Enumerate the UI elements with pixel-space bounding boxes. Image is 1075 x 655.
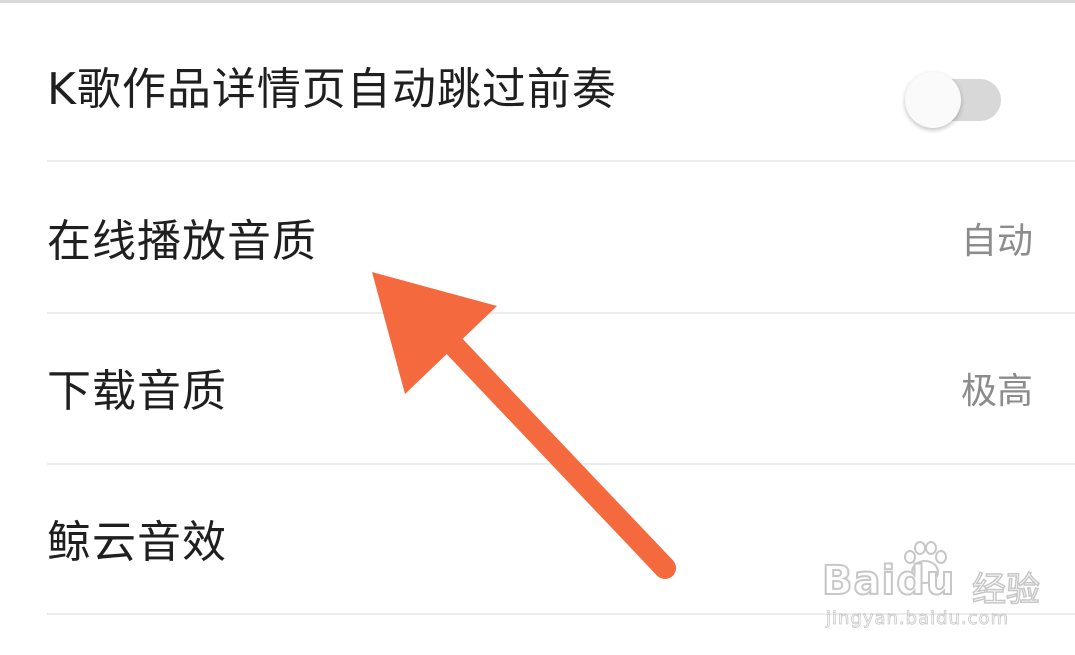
setting-row-online-quality[interactable]: 在线播放音质 自动 [0,162,1075,312]
setting-row-download-quality[interactable]: 下载音质 极高 [0,314,1075,464]
top-border [0,0,1075,3]
settings-screen: K歌作品详情页自动跳过前奏 在线播放音质 自动 下载音质 极高 鲸云音效 Bai… [0,0,1075,655]
setting-label-skip-intro: K歌作品详情页自动跳过前奏 [47,64,617,115]
setting-value-online-quality: 自动 [960,221,1033,262]
baidu-jingyan-watermark: Baidu 经验 jingyan.baidu.com [821,540,1052,635]
setting-value-download-quality: 极高 [960,371,1033,412]
setting-label-download-quality: 下载音质 [47,366,227,417]
setting-label-online-quality: 在线播放音质 [47,216,317,267]
skip-intro-toggle[interactable] [905,72,1001,128]
watermark-brand: Baidu [821,557,956,605]
watermark-product: 经验 [971,569,1041,611]
watermark-url: jingyan.baidu.com [826,608,1010,630]
setting-row-skip-intro[interactable]: K歌作品详情页自动跳过前奏 [0,10,1075,160]
toggle-knob [905,72,961,128]
setting-label-sound-effect: 鲸云音效 [47,517,227,568]
